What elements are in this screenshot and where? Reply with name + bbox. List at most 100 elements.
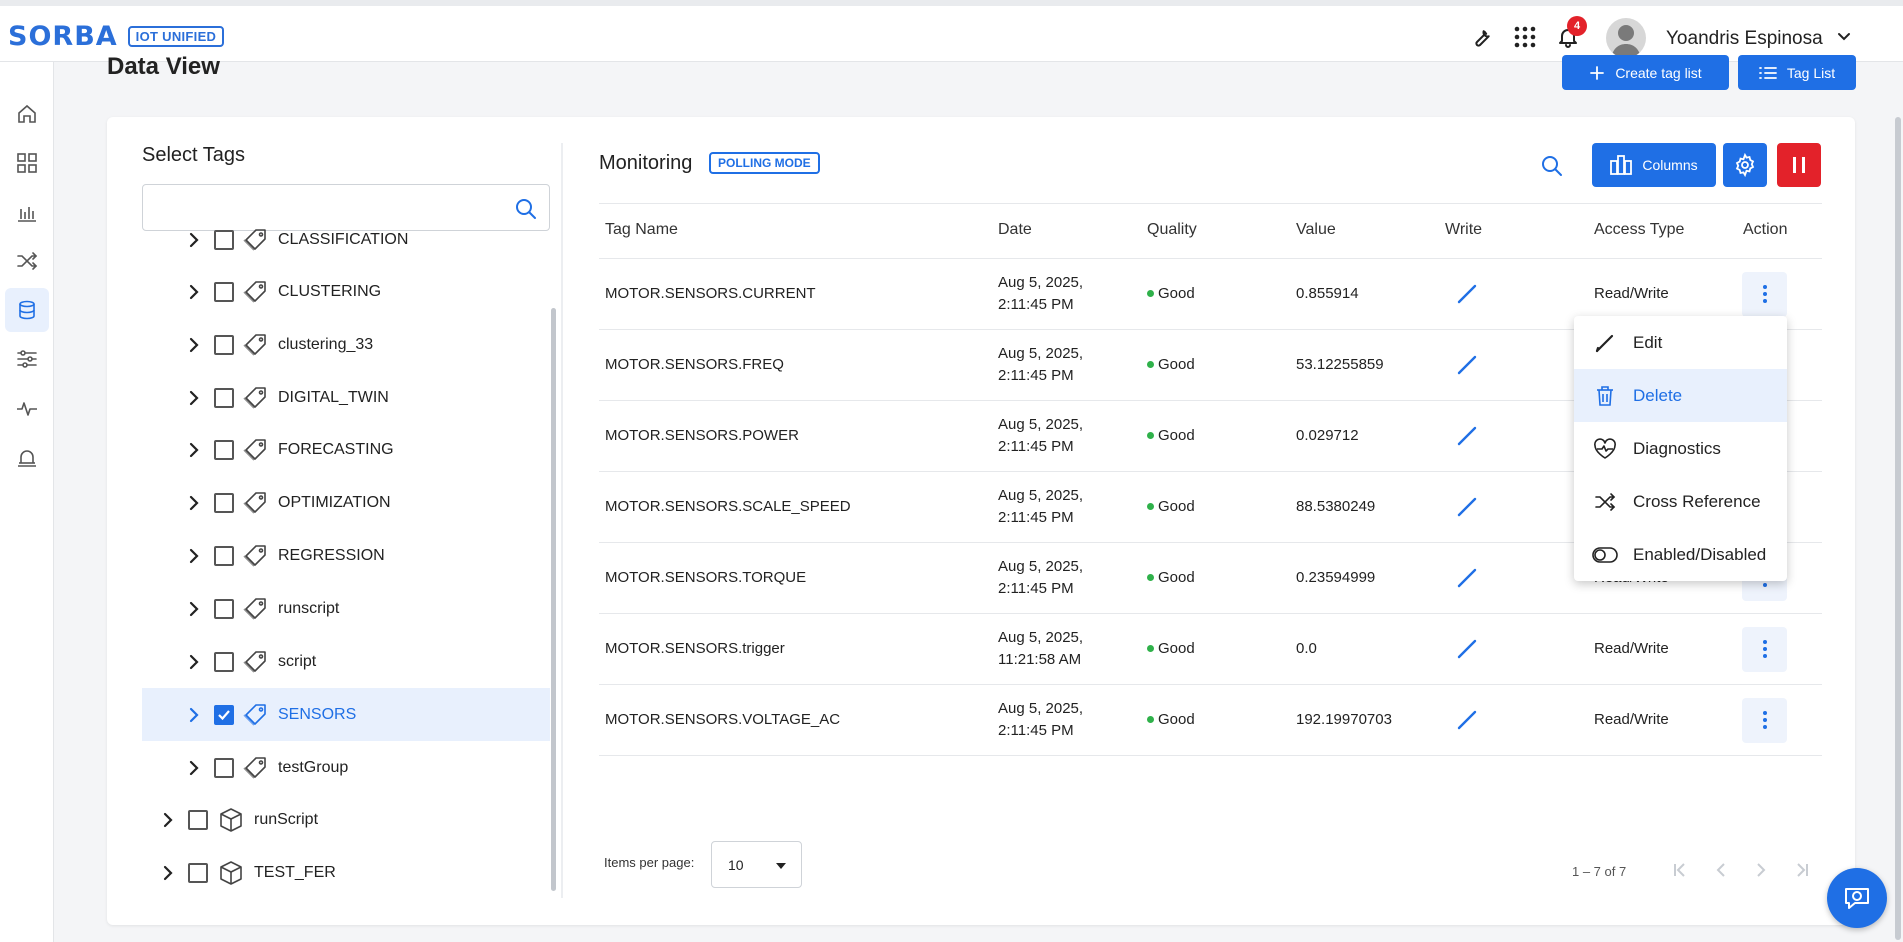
tag-name-cell: MOTOR.SENSORS.SCALE_SPEED bbox=[605, 497, 851, 515]
pause-button[interactable] bbox=[1777, 143, 1821, 187]
table-search-icon[interactable] bbox=[1541, 155, 1563, 182]
tree-item-script[interactable]: script bbox=[142, 635, 550, 688]
chevron-right-icon[interactable] bbox=[184, 440, 204, 460]
tree-checkbox[interactable] bbox=[214, 598, 234, 619]
tree-item-regression[interactable]: REGRESSION bbox=[142, 529, 550, 582]
tree-checkbox[interactable] bbox=[188, 809, 208, 830]
write-pencil-icon[interactable] bbox=[1456, 567, 1478, 594]
tree-checkbox[interactable] bbox=[214, 281, 234, 302]
user-name[interactable]: Yoandris Espinosa bbox=[1666, 28, 1823, 50]
write-pencil-icon[interactable] bbox=[1456, 425, 1478, 452]
menu-item-cross-reference[interactable]: Cross Reference bbox=[1574, 475, 1787, 528]
tree-item-runscript[interactable]: runScript bbox=[142, 793, 550, 846]
tree-checkbox[interactable] bbox=[214, 492, 234, 513]
tree-item-clustering[interactable]: CLUSTERING bbox=[142, 265, 550, 318]
chevron-down-icon[interactable] bbox=[1836, 28, 1852, 49]
tree-scrollbar[interactable] bbox=[550, 231, 558, 899]
chevron-right-icon[interactable] bbox=[184, 705, 204, 725]
write-pencil-icon[interactable] bbox=[1456, 354, 1478, 381]
column-header-access-type[interactable]: Access Type bbox=[1594, 221, 1684, 239]
chevron-right-icon[interactable] bbox=[184, 388, 204, 408]
tree-item-runscript[interactable]: runscript bbox=[142, 582, 550, 635]
menu-item-diagnostics[interactable]: Diagnostics bbox=[1574, 422, 1787, 475]
menu-item-edit[interactable]: Edit bbox=[1574, 316, 1787, 369]
chevron-right-icon[interactable] bbox=[158, 863, 178, 883]
quality-dot bbox=[1147, 432, 1154, 440]
apps-grid-icon[interactable] bbox=[1510, 22, 1540, 52]
nav-settings[interactable] bbox=[5, 337, 49, 381]
row-action-button[interactable] bbox=[1742, 626, 1787, 672]
tree-item-optimization[interactable]: OPTIMIZATION bbox=[142, 476, 550, 529]
page-scrollbar[interactable] bbox=[1895, 117, 1901, 940]
column-header-write[interactable]: Write bbox=[1445, 221, 1482, 239]
first-page-button[interactable] bbox=[1671, 860, 1691, 880]
chevron-right-icon[interactable] bbox=[184, 652, 204, 672]
last-page-button[interactable] bbox=[1791, 860, 1811, 880]
avatar[interactable] bbox=[1606, 18, 1646, 58]
write-pencil-icon[interactable] bbox=[1456, 496, 1478, 523]
chevron-right-icon[interactable] bbox=[184, 599, 204, 619]
pulse-icon bbox=[17, 402, 37, 416]
tree-item-sensors[interactable]: SENSORS bbox=[142, 688, 550, 741]
prev-page-button[interactable] bbox=[1711, 860, 1731, 880]
bell-icon[interactable]: 4 bbox=[1553, 16, 1587, 52]
tree-checkbox[interactable] bbox=[214, 229, 234, 250]
tree-item-testgroup[interactable]: testGroup bbox=[142, 741, 550, 794]
nav-home[interactable] bbox=[5, 92, 49, 136]
logo[interactable]: SORBA IOT UNIFIED bbox=[8, 20, 225, 52]
column-header-value[interactable]: Value bbox=[1296, 221, 1336, 239]
write-pencil-icon[interactable] bbox=[1456, 283, 1478, 310]
tree-checkbox[interactable] bbox=[214, 387, 234, 408]
tree-item-classification[interactable]: CLASSIFICATION bbox=[142, 213, 550, 266]
tree-item-forecasting[interactable]: FORECASTING bbox=[142, 423, 550, 476]
tree-checkbox[interactable] bbox=[214, 651, 234, 672]
column-header-action[interactable]: Action bbox=[1743, 221, 1787, 239]
nav-analytics[interactable] bbox=[5, 190, 49, 234]
nav-diagnostics[interactable] bbox=[5, 386, 49, 430]
menu-item-delete[interactable]: Delete bbox=[1574, 369, 1787, 422]
write-pencil-icon[interactable] bbox=[1456, 709, 1478, 736]
chevron-right-icon[interactable] bbox=[158, 810, 178, 830]
chevron-right-icon[interactable] bbox=[184, 546, 204, 566]
chevron-right-icon[interactable] bbox=[184, 493, 204, 513]
chevron-right-icon[interactable] bbox=[184, 282, 204, 302]
wrench-icon[interactable] bbox=[1466, 22, 1496, 52]
tree-checkbox[interactable] bbox=[188, 862, 208, 883]
tree-checkbox[interactable] bbox=[214, 439, 234, 460]
menu-item-enabled-disabled[interactable]: Enabled/Disabled bbox=[1574, 528, 1787, 581]
tree-item-clustering-33[interactable]: clustering_33 bbox=[142, 318, 550, 371]
write-pencil-icon[interactable] bbox=[1456, 638, 1478, 665]
chevron-right-icon[interactable] bbox=[184, 758, 204, 778]
tree-checkbox[interactable] bbox=[214, 757, 234, 778]
tree-checkbox[interactable] bbox=[214, 704, 234, 725]
gear-icon bbox=[1735, 153, 1755, 177]
support-chat-button[interactable] bbox=[1827, 868, 1887, 928]
nav-dashboard[interactable] bbox=[5, 141, 49, 185]
row-action-button[interactable] bbox=[1742, 271, 1787, 317]
columns-button[interactable]: Columns bbox=[1592, 143, 1716, 187]
tree-item-label: script bbox=[278, 652, 317, 670]
tag-list-button[interactable]: Tag List bbox=[1738, 55, 1856, 90]
chevron-right-icon[interactable] bbox=[184, 335, 204, 355]
settings-button[interactable] bbox=[1723, 143, 1767, 187]
row-action-button[interactable] bbox=[1742, 697, 1787, 743]
column-header-tag-name[interactable]: Tag Name bbox=[605, 221, 678, 239]
tree-item-label: TEST_FER bbox=[254, 863, 336, 881]
nav-cross-reference[interactable] bbox=[5, 239, 49, 283]
tree-item-test-fer[interactable]: TEST_FER bbox=[142, 846, 550, 899]
tree-item-digital-twin[interactable]: DIGITAL_TWIN bbox=[142, 371, 550, 424]
next-page-button[interactable] bbox=[1751, 860, 1771, 880]
nav-alarms[interactable] bbox=[5, 435, 49, 479]
time-line: 2:11:45 PM bbox=[998, 295, 1074, 313]
column-header-quality[interactable]: Quality bbox=[1147, 221, 1197, 239]
tree-checkbox[interactable] bbox=[214, 545, 234, 566]
items-per-page-select[interactable]: 10 bbox=[711, 841, 802, 888]
tree-checkbox[interactable] bbox=[214, 334, 234, 355]
create-tag-list-button[interactable]: Create tag list bbox=[1562, 55, 1729, 90]
chevron-left-icon bbox=[1716, 863, 1725, 877]
tree-scroll-thumb[interactable] bbox=[551, 308, 556, 891]
column-header-date[interactable]: Date bbox=[998, 221, 1032, 239]
nav-data-view[interactable] bbox=[5, 288, 49, 332]
chevron-right-icon[interactable] bbox=[184, 230, 204, 250]
last-page-icon bbox=[1797, 863, 1808, 877]
